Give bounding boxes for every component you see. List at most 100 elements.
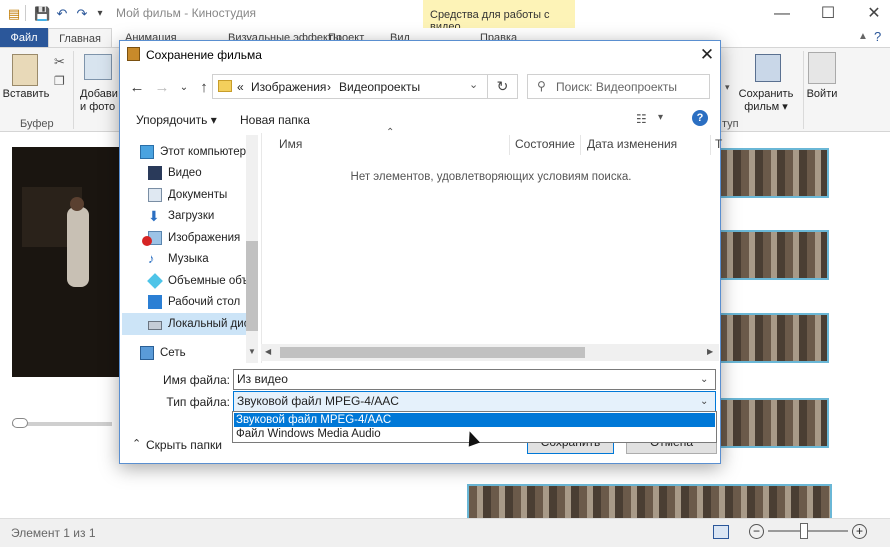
zoom-slider-thumb[interactable] — [800, 523, 808, 539]
copy-icon[interactable]: ❐ — [54, 74, 65, 88]
address-dropdown-icon[interactable]: ⌄ — [469, 78, 478, 91]
new-folder-button[interactable]: Новая папка — [240, 113, 310, 127]
breadcrumb-item-pictures[interactable]: Изображения — [251, 80, 326, 94]
help-icon[interactable]: ? — [874, 29, 881, 44]
storyboard-view-icon[interactable] — [713, 525, 729, 539]
nav-item-video[interactable]: Видео — [148, 163, 202, 183]
folder-icon — [218, 80, 232, 92]
tab-home[interactable]: Главная — [48, 28, 112, 48]
scroll-left-icon[interactable]: ◀ — [265, 347, 271, 356]
dialog-title: Сохранение фильма — [146, 48, 262, 62]
filename-input[interactable]: Из видео ⌄ — [233, 369, 716, 390]
recent-locations-icon[interactable]: ⌄ — [175, 79, 193, 97]
nav-item-desktop[interactable]: Рабочий стол — [148, 292, 240, 312]
tab-file[interactable]: Файл — [0, 28, 48, 48]
minimize-button[interactable]: — — [767, 4, 797, 24]
storyboard-clip[interactable] — [717, 230, 829, 280]
nav-item-label: Сеть — [160, 347, 186, 359]
up-arrow-icon[interactable]: ↑ — [195, 79, 213, 97]
filetype-option[interactable]: Звуковой файл MPEG-4/AAC — [234, 413, 715, 427]
customize-toolbar-icon[interactable]: ▾ — [92, 6, 108, 22]
nav-item-documents[interactable]: Документы — [148, 185, 227, 205]
view-options-icon[interactable]: ☷ — [636, 112, 647, 126]
nav-item-pictures[interactable]: Изображения — [142, 228, 241, 248]
filetype-select[interactable]: Звуковой файл MPEG-4/AAC ⌄ — [233, 391, 716, 412]
forward-arrow-icon[interactable]: → — [153, 79, 171, 97]
zoom-out-icon[interactable]: − — [749, 524, 764, 539]
refresh-button[interactable]: ↻ — [488, 74, 518, 99]
status-bar: Элемент 1 из 1 − + — [0, 518, 890, 547]
column-header-date-modified[interactable]: Дата изменения — [587, 137, 677, 151]
filename-value: Из видео — [237, 372, 288, 386]
nav-item-label: Локальный дис — [168, 318, 250, 330]
nav-item-local-disk[interactable]: Локальный дис — [148, 314, 250, 334]
file-list: ⌃ Имя Состояние Дата изменения Т Нет эле… — [261, 127, 722, 363]
redo-icon[interactable]: ↷ — [74, 6, 90, 22]
nav-item-this-pc[interactable]: Этот компьютер — [140, 142, 246, 162]
save-movie-button-line2: фильм ▾ — [744, 101, 788, 113]
3d-objects-folder-icon — [147, 273, 163, 289]
add-video-button-line2: и фото — [80, 101, 116, 113]
maximize-button[interactable]: ☐ — [813, 4, 843, 24]
hide-folders-button[interactable]: Скрыть папки — [146, 438, 222, 452]
search-icon: ⚲ — [537, 79, 546, 93]
cut-icon[interactable]: ✂ — [54, 54, 65, 70]
nav-scrollbar[interactable]: ▼ — [246, 135, 258, 363]
zoom-in-icon[interactable]: + — [852, 524, 867, 539]
address-bar[interactable]: « Изображения › Видеопроекты ⌄ — [212, 74, 488, 99]
zoom-track — [768, 530, 848, 532]
save-icon[interactable]: 💾 — [34, 6, 50, 22]
paste-icon — [12, 54, 38, 86]
dialog-close-button[interactable]: ✕ — [696, 44, 718, 66]
undo-icon[interactable]: ↶ — [54, 6, 70, 22]
save-movie-button[interactable]: Сохранить — [736, 88, 796, 100]
computer-icon — [140, 145, 154, 159]
nav-item-downloads[interactable]: ⬇ Загрузки — [148, 206, 214, 226]
nav-item-music[interactable]: ♪ Музыка — [148, 249, 209, 269]
add-video-button[interactable]: Добави — [80, 88, 118, 100]
gallery-more-icon[interactable]: ▾ — [725, 82, 730, 93]
nav-item-3d-objects[interactable]: Объемные объ — [147, 271, 249, 291]
breadcrumb-item-video-projects[interactable]: Видеопроекты — [339, 80, 420, 94]
filetype-dropdown-icon[interactable]: ⌄ — [700, 392, 708, 411]
horizontal-scrollbar[interactable]: ◀ ▶ — [261, 344, 719, 361]
navigation-pane: Этот компьютер Видео Документы ⬇ Загрузк… — [120, 133, 260, 363]
nav-item-network[interactable]: Сеть — [140, 343, 186, 363]
nav-item-label: Музыка — [168, 253, 209, 265]
storyboard-clip[interactable] — [717, 148, 829, 198]
filename-dropdown-icon[interactable]: ⌄ — [700, 370, 708, 389]
storyboard-clip[interactable] — [717, 398, 829, 448]
dialog-help-icon[interactable]: ? — [692, 110, 708, 126]
chevron-up-icon[interactable]: ⌃ — [132, 437, 141, 450]
scroll-right-icon[interactable]: ▶ — [707, 347, 713, 356]
divider — [73, 51, 74, 129]
downloads-folder-icon: ⬇ — [148, 208, 160, 224]
storyboard-clip[interactable] — [717, 313, 829, 363]
empty-list-message: Нет элементов, удовлетворяющих условиям … — [350, 171, 632, 183]
close-window-button[interactable]: ✕ — [859, 4, 889, 24]
scroll-down-icon[interactable]: ▼ — [248, 347, 256, 356]
horizontal-scroll-thumb[interactable] — [280, 347, 585, 358]
error-badge-icon — [142, 236, 152, 246]
breadcrumb-separator: › — [327, 80, 331, 94]
paste-button[interactable]: Вставить — [2, 88, 50, 100]
app-film-icon: ▤ — [7, 6, 21, 21]
save-movie-icon — [755, 54, 781, 82]
column-header-name[interactable]: Имя — [279, 137, 302, 151]
column-header-status[interactable]: Состояние — [515, 137, 575, 151]
nav-item-label: Изображения — [168, 232, 241, 244]
column-header-type[interactable]: Т — [715, 137, 722, 151]
filename-label: Имя файла: — [163, 373, 230, 387]
desktop-folder-icon — [148, 295, 162, 309]
seek-thumb[interactable] — [12, 418, 28, 428]
breadcrumb-prefix[interactable]: « — [237, 80, 244, 94]
back-arrow-icon[interactable]: ← — [128, 79, 146, 97]
nav-item-label: Этот компьютер — [160, 146, 246, 158]
search-input[interactable]: ⚲ Поиск: Видеопроекты — [527, 74, 710, 99]
view-dropdown-icon[interactable]: ▾ — [658, 112, 663, 123]
organize-button[interactable]: Упорядочить ▾ — [136, 113, 217, 127]
signin-button[interactable]: Войти — [806, 88, 838, 100]
user-icon — [808, 52, 836, 84]
collapse-ribbon-icon[interactable]: ▲ — [858, 31, 868, 42]
nav-scroll-thumb[interactable] — [246, 241, 258, 331]
